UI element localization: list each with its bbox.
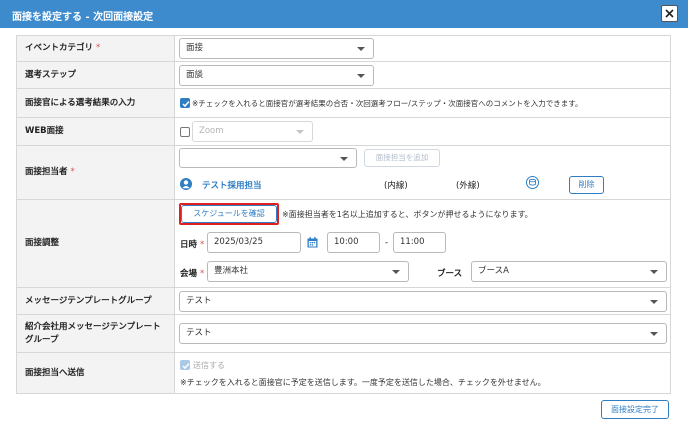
interviewer-inline-ext: (内線) <box>384 181 408 191</box>
interviewer-select[interactable] <box>179 148 357 168</box>
interviewer-input-label: 面接官による選考結果の入力 <box>16 88 175 118</box>
person-icon <box>180 178 192 190</box>
row-interviewer-input: 面接官による選考結果の入力 ※チェックを入れると面接官が選考結果の合否・次回選考… <box>16 88 671 118</box>
booth-value: ブースA <box>478 266 509 276</box>
end-time-input[interactable]: 11:00 <box>393 232 446 253</box>
web-interview-checkbox[interactable] <box>180 127 190 137</box>
event-category-select[interactable]: 面接 <box>179 38 374 59</box>
referral-template-label: 紹介会社用メッセージテンプレートグループ <box>16 314 175 353</box>
send-to-interviewer-label: 面接担当へ送信 <box>16 352 175 394</box>
schedule-label: 面接調整 <box>16 199 175 288</box>
chevron-down-icon <box>650 332 658 336</box>
chevron-down-icon <box>357 47 365 51</box>
chevron-down-icon <box>357 74 365 78</box>
complete-interview-setup-button[interactable]: 面接設定完了 <box>601 400 669 419</box>
selection-step-value: 面談 <box>186 70 204 80</box>
booth-select[interactable]: ブースA <box>471 261 667 282</box>
row-send-to-interviewer: 面接担当へ送信 送信する ※チェックを入れると面接官に予定を送信します。一度予定… <box>16 352 671 394</box>
check-schedule-highlight: スケジュールを確認 <box>179 203 279 225</box>
interview-form: イベントカテゴリ * 面接 選考ステップ 面談 面接官による選考結果の入力 ※チェ… <box>16 35 671 394</box>
event-category-label: イベントカテゴリ * <box>16 35 175 62</box>
chevron-down-icon <box>340 157 348 161</box>
dialog-header: 面接を設定する - 次回面接設定 <box>0 0 688 28</box>
chevron-down-icon <box>296 130 304 134</box>
interviewer-label: 面接担当者 * <box>16 145 175 200</box>
checkmark-icon <box>182 101 190 108</box>
interviewer-input-note: ※チェックを入れると面接官が選考結果の合否・次回選考フロー/ステップ・次面接官へ… <box>192 99 583 108</box>
checkmark-icon <box>182 363 190 370</box>
venue-label: 会場 * <box>180 269 205 279</box>
chevron-down-icon <box>650 270 658 274</box>
close-button[interactable] <box>661 5 678 22</box>
message-template-label: メッセージテンプレートグループ <box>16 287 175 315</box>
web-interview-tool-select[interactable]: Zoom <box>192 121 313 142</box>
interviewer-name: テスト採用担当 <box>202 181 262 191</box>
interviewer-outline-ext: (外線) <box>456 181 480 191</box>
date-label: 日時 * <box>180 240 205 250</box>
web-interview-label: WEB面接 <box>16 117 175 146</box>
row-schedule: 面接調整 スケジュールを確認 ※面接担当者を1名以上追加すると、ボタンが押せるよ… <box>16 199 671 288</box>
selection-step-select[interactable]: 面談 <box>179 65 374 86</box>
chevron-down-icon <box>392 270 400 274</box>
send-to-interviewer-note: ※チェックを入れると面接官に予定を送信します。一度予定を送信した場合、チェックを… <box>180 378 546 387</box>
date-input[interactable]: 2025/03/25 <box>207 232 301 253</box>
calendar-icon[interactable] <box>307 237 318 248</box>
venue-select[interactable]: 豊洲本社 <box>207 261 409 282</box>
booth-label: ブース <box>437 269 463 279</box>
message-template-select[interactable]: テスト <box>179 291 667 312</box>
check-schedule-note: ※面接担当者を1名以上追加すると、ボタンが押せるようになります。 <box>282 210 533 219</box>
start-time-input[interactable]: 10:00 <box>327 232 380 253</box>
row-event-category: イベントカテゴリ * 面接 <box>16 35 671 62</box>
venue-value: 豊洲本社 <box>214 266 249 276</box>
referral-template-select[interactable]: テスト <box>179 323 667 344</box>
chevron-down-icon <box>650 300 658 304</box>
row-message-template: メッセージテンプレートグループ テスト <box>16 287 671 315</box>
dialog-title: 面接を設定する - 次回面接設定 <box>12 12 154 23</box>
row-selection-step: 選考ステップ 面談 <box>16 61 671 89</box>
delete-interviewer-button[interactable]: 削除 <box>569 176 604 194</box>
interviewer-input-checkbox[interactable] <box>180 98 190 108</box>
web-interview-tool-value: Zoom <box>199 126 224 136</box>
add-interviewer-button[interactable]: 面接担当を追加 <box>364 149 440 167</box>
row-referral-template: 紹介会社用メッセージテンプレートグループ テスト <box>16 314 671 353</box>
message-template-value: テスト <box>186 296 212 306</box>
send-checkbox-label: 送信する <box>193 361 225 370</box>
event-category-value: 面接 <box>186 43 204 53</box>
referral-template-value: テスト <box>186 328 212 338</box>
row-web-interview: WEB面接 Zoom <box>16 117 671 146</box>
close-icon <box>665 9 674 18</box>
send-to-interviewer-checkbox[interactable] <box>180 360 190 370</box>
selection-step-label: 選考ステップ <box>16 61 175 89</box>
database-icon[interactable] <box>526 176 539 189</box>
check-schedule-button[interactable]: スケジュールを確認 <box>181 205 277 223</box>
row-interviewer: 面接担当者 * 面接担当を追加 テスト採用担当 (内線) (外線) 削除 <box>16 145 671 200</box>
time-range-dash: - <box>385 238 389 248</box>
